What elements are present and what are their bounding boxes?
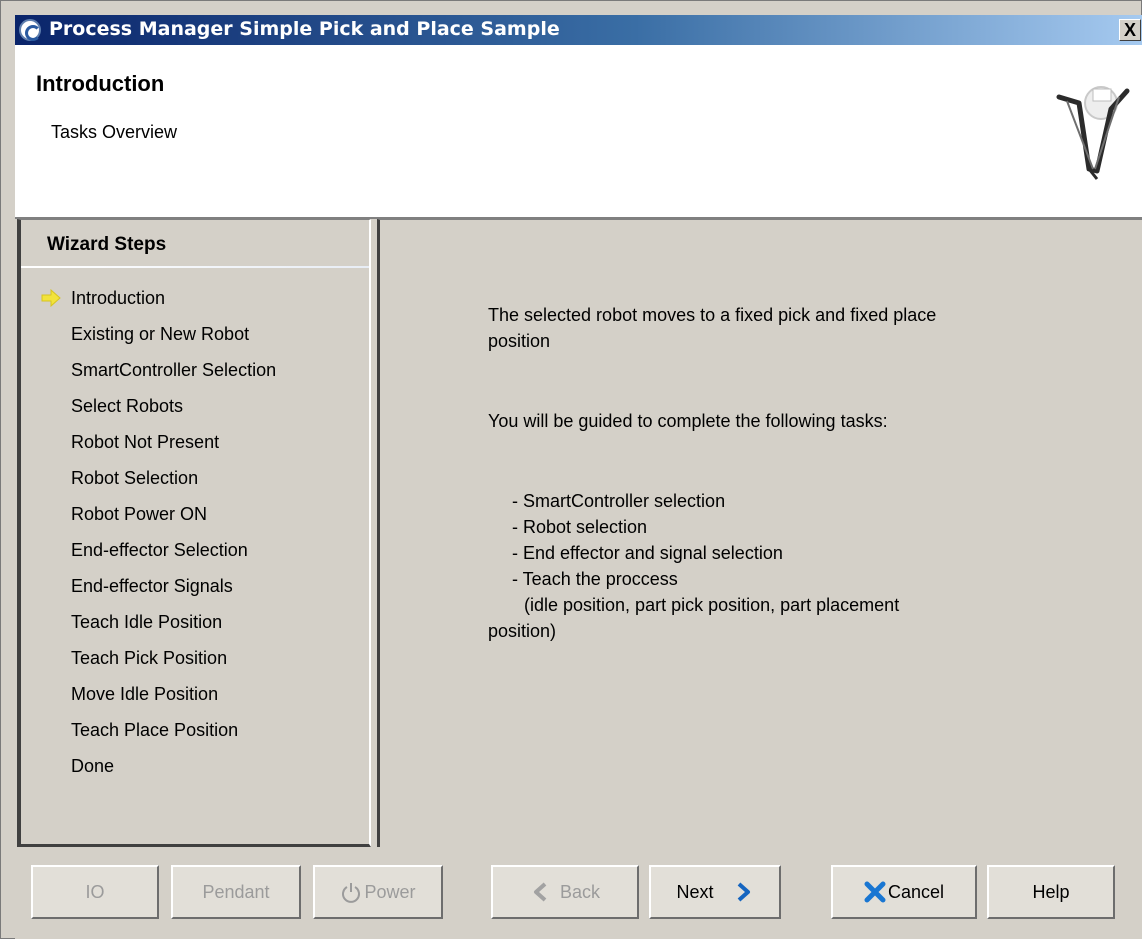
- step-label: SmartController Selection: [71, 360, 277, 380]
- chevron-left-icon: [533, 882, 547, 902]
- step-label: End-effector Selection: [71, 540, 248, 560]
- back-label: Back: [559, 881, 601, 902]
- task-item: - End effector and signal selection: [512, 543, 783, 563]
- step-move-idle-position: Move Idle Position: [21, 682, 369, 718]
- step-end-effector-signals: End-effector Signals: [21, 574, 369, 610]
- step-label: Done: [71, 756, 115, 776]
- page-subtitle: Tasks Overview: [51, 122, 178, 142]
- step-teach-place-position: Teach Place Position: [21, 718, 369, 754]
- task-item: - Teach the proccess: [512, 569, 678, 589]
- step-robot-not-present: Robot Not Present: [21, 430, 369, 466]
- wizard-steps-heading: Wizard Steps: [21, 220, 369, 268]
- step-label: Move Idle Position: [71, 684, 219, 704]
- app-logo-icon: [19, 19, 41, 41]
- step-label: Robot Not Present: [71, 432, 220, 452]
- chevron-right-icon: [737, 882, 750, 902]
- power-label: Power: [364, 881, 416, 902]
- io-button[interactable]: IO: [31, 865, 159, 919]
- step-label: Robot Selection: [71, 468, 199, 488]
- power-icon: [342, 883, 361, 903]
- pendant-button[interactable]: Pendant: [171, 865, 301, 919]
- task-item: - Robot selection: [512, 517, 648, 537]
- close-button[interactable]: X: [1119, 19, 1141, 41]
- wizard-header: Introduction Tasks Overview: [15, 45, 1142, 217]
- help-button[interactable]: Help: [987, 865, 1115, 919]
- title-bar: Process Manager Simple Pick and Place Sa…: [15, 15, 1142, 45]
- step-teach-pick-position: Teach Pick Position: [21, 646, 369, 682]
- step-smartcontroller-selection: SmartController Selection: [21, 358, 369, 394]
- delta-robot-icon: [1056, 86, 1130, 180]
- step-label: Teach Place Position: [71, 720, 239, 740]
- cancel-button[interactable]: Cancel: [831, 865, 977, 919]
- step-teach-idle-position: Teach Idle Position: [21, 610, 369, 646]
- step-label: Existing or New Robot: [71, 324, 250, 344]
- task-detail-1: (idle position, part pick position, part…: [524, 595, 900, 615]
- wizard-steps-panel: Wizard Steps Introduction Existing or Ne…: [17, 219, 371, 847]
- step-label: Introduction: [71, 288, 166, 308]
- task-item: - SmartController selection: [512, 491, 726, 511]
- guided-text: You will be guided to complete the follo…: [488, 411, 888, 431]
- intro-line-1: The selected robot moves to a fixed pick…: [488, 305, 937, 325]
- step-label: Robot Power ON: [71, 504, 208, 524]
- button-bar: IO Pendant Power Back Next Cancel Help: [15, 847, 1142, 939]
- step-label: Teach Idle Position: [71, 612, 223, 632]
- wizard-window: Process Manager Simple Pick and Place Sa…: [0, 0, 1142, 939]
- step-label: Select Robots: [71, 396, 184, 416]
- io-label: IO: [85, 881, 105, 902]
- step-robot-selection: Robot Selection: [21, 466, 369, 502]
- task-detail-2: position): [488, 621, 557, 641]
- step-label: End-effector Signals: [71, 576, 233, 596]
- step-select-robots: Select Robots: [21, 394, 369, 430]
- power-button[interactable]: Power: [313, 865, 443, 919]
- step-done: Done: [21, 754, 369, 790]
- cancel-label: Cancel: [887, 881, 945, 902]
- help-label: Help: [1032, 881, 1070, 902]
- back-button[interactable]: Back: [491, 865, 639, 919]
- step-label: Teach Pick Position: [71, 648, 228, 668]
- step-end-effector-selection: End-effector Selection: [21, 538, 369, 574]
- pendant-label: Pendant: [202, 881, 270, 902]
- wizard-body: Wizard Steps Introduction Existing or Ne…: [15, 217, 1142, 847]
- arrow-right-icon: [41, 289, 61, 307]
- x-icon: [864, 881, 886, 903]
- next-label: Next: [676, 881, 714, 902]
- steps-divider: [21, 266, 369, 268]
- window-title: Process Manager Simple Pick and Place Sa…: [49, 18, 560, 40]
- intro-content-panel: The selected robot moves to a fixed pick…: [377, 219, 1142, 847]
- wizard-steps-list: Introduction Existing or New Robot Smart…: [21, 286, 369, 790]
- next-button[interactable]: Next: [649, 865, 781, 919]
- intro-line-2: position: [488, 331, 551, 351]
- page-title: Introduction: [36, 71, 165, 96]
- step-introduction: Introduction: [21, 286, 369, 322]
- step-robot-power-on: Robot Power ON: [21, 502, 369, 538]
- step-existing-or-new-robot: Existing or New Robot: [21, 322, 369, 358]
